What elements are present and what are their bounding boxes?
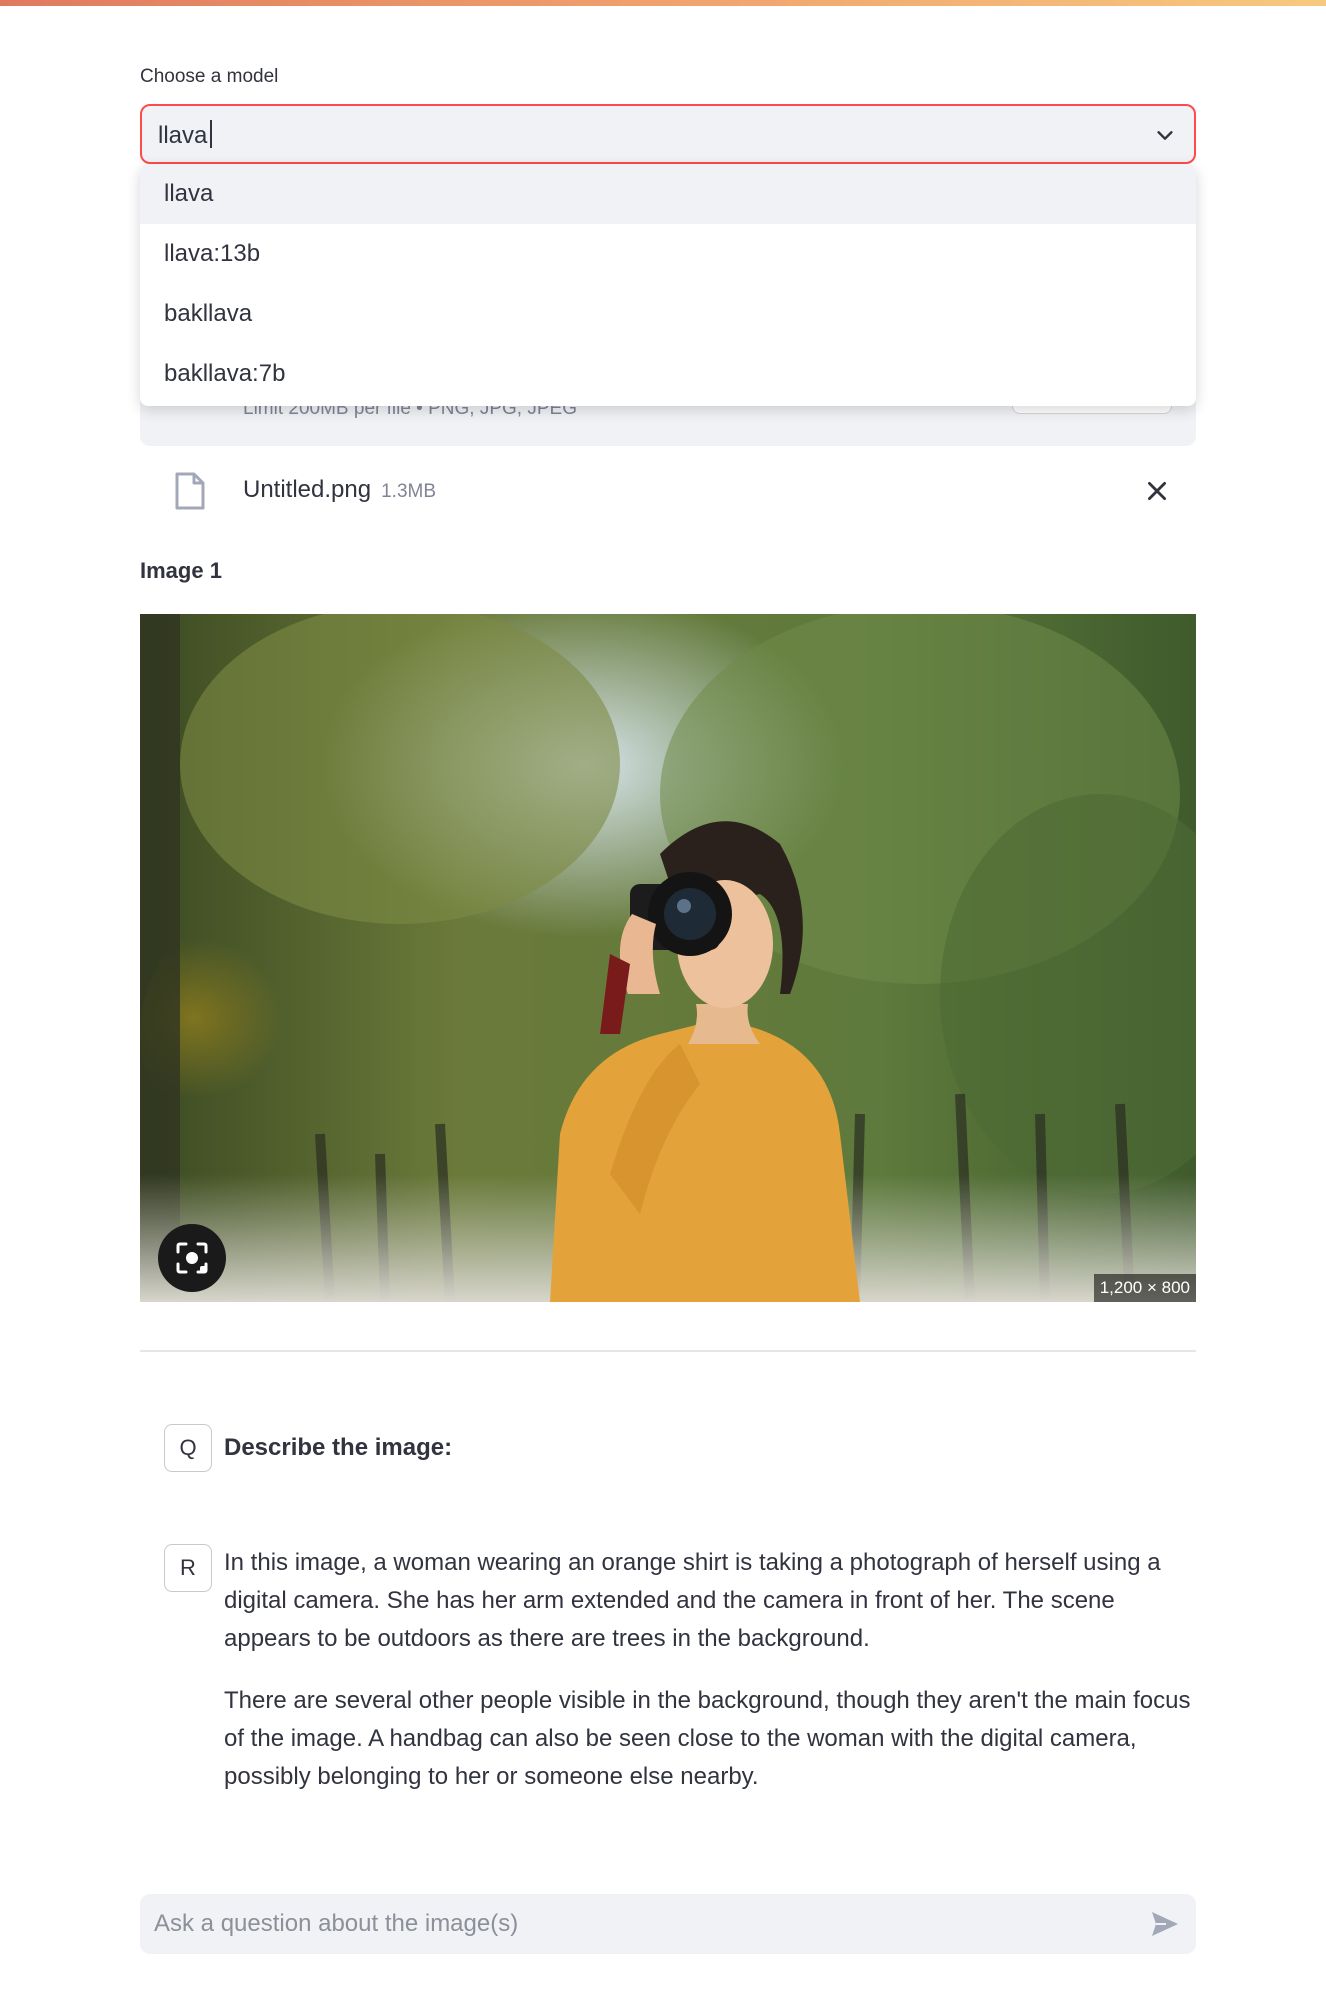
- section-divider: [140, 1350, 1196, 1352]
- file-name-text: Untitled.png: [243, 476, 372, 503]
- response-paragraph: There are several other people visible i…: [224, 1687, 1191, 1790]
- dropdown-option-bakllava[interactable]: bakllava: [140, 284, 1196, 344]
- dropdown-option-bakllava-7b[interactable]: bakllava:7b: [140, 344, 1196, 404]
- model-select-input[interactable]: llava: [158, 120, 212, 150]
- uploaded-file-name: Untitled.png 1.3MB: [243, 476, 436, 504]
- response-avatar: R: [164, 1544, 212, 1592]
- uploaded-image: 1,200 × 800: [140, 614, 1196, 1302]
- model-dropdown-menu: llava llava:13b bakllava bakllava:7b: [140, 164, 1196, 406]
- image-dimensions-label: 1,200 × 800: [1093, 1274, 1196, 1302]
- close-icon[interactable]: [1144, 478, 1170, 504]
- photo-illustration: [140, 614, 1196, 1302]
- model-select[interactable]: llava: [140, 104, 1196, 164]
- image-heading: Image 1: [140, 558, 222, 583]
- send-icon[interactable]: [1150, 1910, 1180, 1938]
- file-size: 1.3MB: [381, 481, 437, 502]
- response-paragraph: In this image, a woman wearing an orange…: [224, 1549, 1161, 1652]
- dropdown-option-llava-13b[interactable]: llava:13b: [140, 224, 1196, 284]
- question-text: Describe the image:: [224, 1434, 453, 1461]
- chevron-down-icon[interactable]: [1154, 124, 1176, 146]
- dropdown-option-llava[interactable]: llava: [140, 164, 1196, 224]
- lens-icon[interactable]: [158, 1224, 226, 1292]
- chat-input-placeholder[interactable]: Ask a question about the image(s): [154, 1910, 518, 1938]
- file-icon: [175, 472, 205, 510]
- uploaded-file-row: Untitled.png 1.3MB: [140, 466, 1196, 518]
- chat-input[interactable]: Ask a question about the image(s): [140, 1894, 1196, 1954]
- lens-glyph: [176, 1242, 208, 1274]
- response-text: In this image, a woman wearing an orange…: [224, 1544, 1196, 1796]
- question-avatar: Q: [164, 1424, 212, 1472]
- model-select-label: Choose a model: [140, 66, 279, 87]
- top-decoration-bar: [0, 0, 1326, 6]
